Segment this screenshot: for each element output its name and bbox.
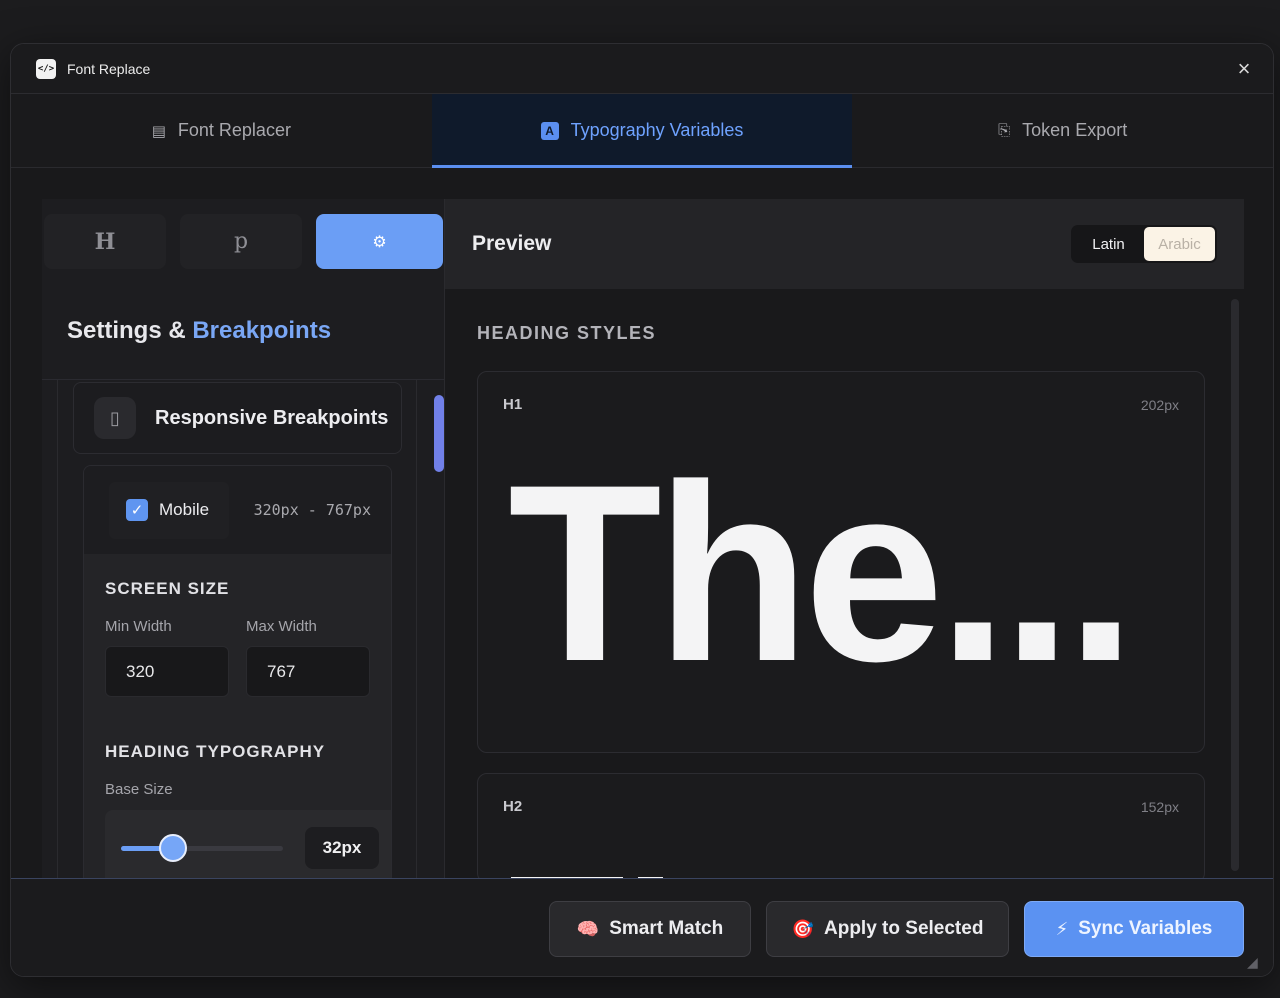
base-size-slider-track[interactable] [121, 846, 283, 851]
heading-segment-button[interactable]: H [44, 214, 166, 269]
checkmark-icon: ✓ [130, 502, 144, 519]
title-bar: </> Font Replace × [11, 44, 1273, 94]
typography-icon: A [540, 121, 559, 140]
tab-font-replacer[interactable]: ▤ Font Replacer [11, 94, 432, 167]
code-icon: </> [36, 58, 56, 79]
mobile-header: ✓ Mobile 320px - 767px [84, 466, 391, 554]
tab-typography-variables[interactable]: A Typography Variables [431, 94, 853, 168]
heading-styles-label: HEADING STYLES [477, 323, 657, 343]
language-toggle: Latin Arabic [1071, 225, 1217, 263]
apply-to-selected-label: Apply to Selected [824, 918, 984, 939]
h1-style-card[interactable]: H1 202px The... [477, 371, 1205, 753]
paragraph-segment-button[interactable]: p [180, 214, 302, 269]
min-width-label: Min Width [105, 618, 172, 635]
resize-grip-icon[interactable]: ◢ [1247, 954, 1267, 972]
h2-size: 152px [1140, 799, 1179, 815]
settings-scrollbar[interactable] [434, 395, 444, 472]
sync-variables-label: Sync Variables [1078, 918, 1213, 939]
preview-scrollbar[interactable] [1231, 299, 1239, 871]
base-size-slider-thumb[interactable] [158, 834, 187, 862]
h2-style-card[interactable]: H2 152px [477, 773, 1205, 883]
close-icon: × [1237, 56, 1251, 81]
smart-match-label: Smart Match [609, 918, 724, 939]
mobile-toggle[interactable]: ✓ Mobile [109, 481, 230, 539]
tab-label: Token Export [1022, 120, 1128, 140]
mobile-phone-icon: ▯ [94, 397, 136, 439]
export-file-icon: ⎘ [998, 122, 1011, 139]
list-icon: ▤ [151, 122, 166, 140]
base-size-control: 32px [105, 810, 391, 879]
tab-bar: ▤ Font Replacer A Typography Variables ⎘… [11, 94, 1273, 168]
settings-title-text: Settings & [67, 317, 193, 344]
preview-header: Preview Latin Arabic [445, 199, 1244, 289]
heading-typography-label: HEADING TYPOGRAPHY [105, 742, 326, 761]
lightning-icon: ⚡ [1055, 918, 1069, 939]
settings-segment-button[interactable]: ⚙ [316, 214, 443, 269]
breakpoints-title: Responsive Breakpoints [155, 406, 389, 429]
h2-tag: H2 [503, 798, 523, 815]
h1-tag: H1 [503, 396, 523, 413]
settings-title-accent: Breakpoints [192, 317, 332, 344]
gear-icon: ⚙ [372, 233, 387, 251]
preview-title: Preview [472, 232, 552, 255]
max-width-input[interactable] [246, 646, 370, 697]
action-footer: 🧠 Smart Match 🎯 Apply to Selected ⚡ Sync… [11, 878, 1273, 976]
brain-icon: 🧠 [576, 918, 600, 939]
screen-size-label: SCREEN SIZE [105, 579, 230, 598]
mobile-breakpoint-card: ✓ Mobile 320px - 767px SCREEN SIZE Min W… [83, 465, 392, 879]
tab-token-export[interactable]: ⎘ Token Export [852, 94, 1273, 167]
preview-panel: Preview Latin Arabic HEADING STYLES H1 2… [444, 199, 1244, 883]
h1-size: 202px [1140, 397, 1179, 413]
base-size-label: Base Size [105, 781, 173, 798]
tab-label: Typography Variables [570, 120, 744, 140]
h1-sample-text: The... [508, 433, 1136, 714]
settings-panel: H p ⚙ Settings & Breakpoints ▯ Responsiv… [42, 199, 444, 879]
close-button[interactable]: × [1233, 58, 1255, 80]
latin-option[interactable]: Latin [1073, 227, 1144, 261]
window-title: Font Replace [67, 60, 151, 77]
settings-title: Settings & Breakpoints [67, 317, 331, 345]
base-size-value: 32px [305, 827, 379, 869]
mobile-range: 320px - 767px [253, 501, 371, 519]
max-width-label: Max Width [246, 618, 317, 635]
sync-variables-button[interactable]: ⚡ Sync Variables [1024, 901, 1244, 957]
mobile-checkbox[interactable]: ✓ [126, 499, 148, 521]
target-icon: 🎯 [791, 918, 814, 939]
font-replace-window: </> Font Replace × ▤ Font Replacer A Typ… [10, 43, 1274, 977]
smart-match-button[interactable]: 🧠 Smart Match [549, 901, 751, 957]
min-width-input[interactable] [105, 646, 229, 697]
tab-label: Font Replacer [177, 120, 291, 140]
arabic-option[interactable]: Arabic [1144, 227, 1215, 261]
responsive-breakpoints-card[interactable]: ▯ Responsive Breakpoints [73, 382, 402, 454]
mobile-label: Mobile [159, 500, 210, 519]
apply-to-selected-button[interactable]: 🎯 Apply to Selected [766, 901, 1009, 957]
